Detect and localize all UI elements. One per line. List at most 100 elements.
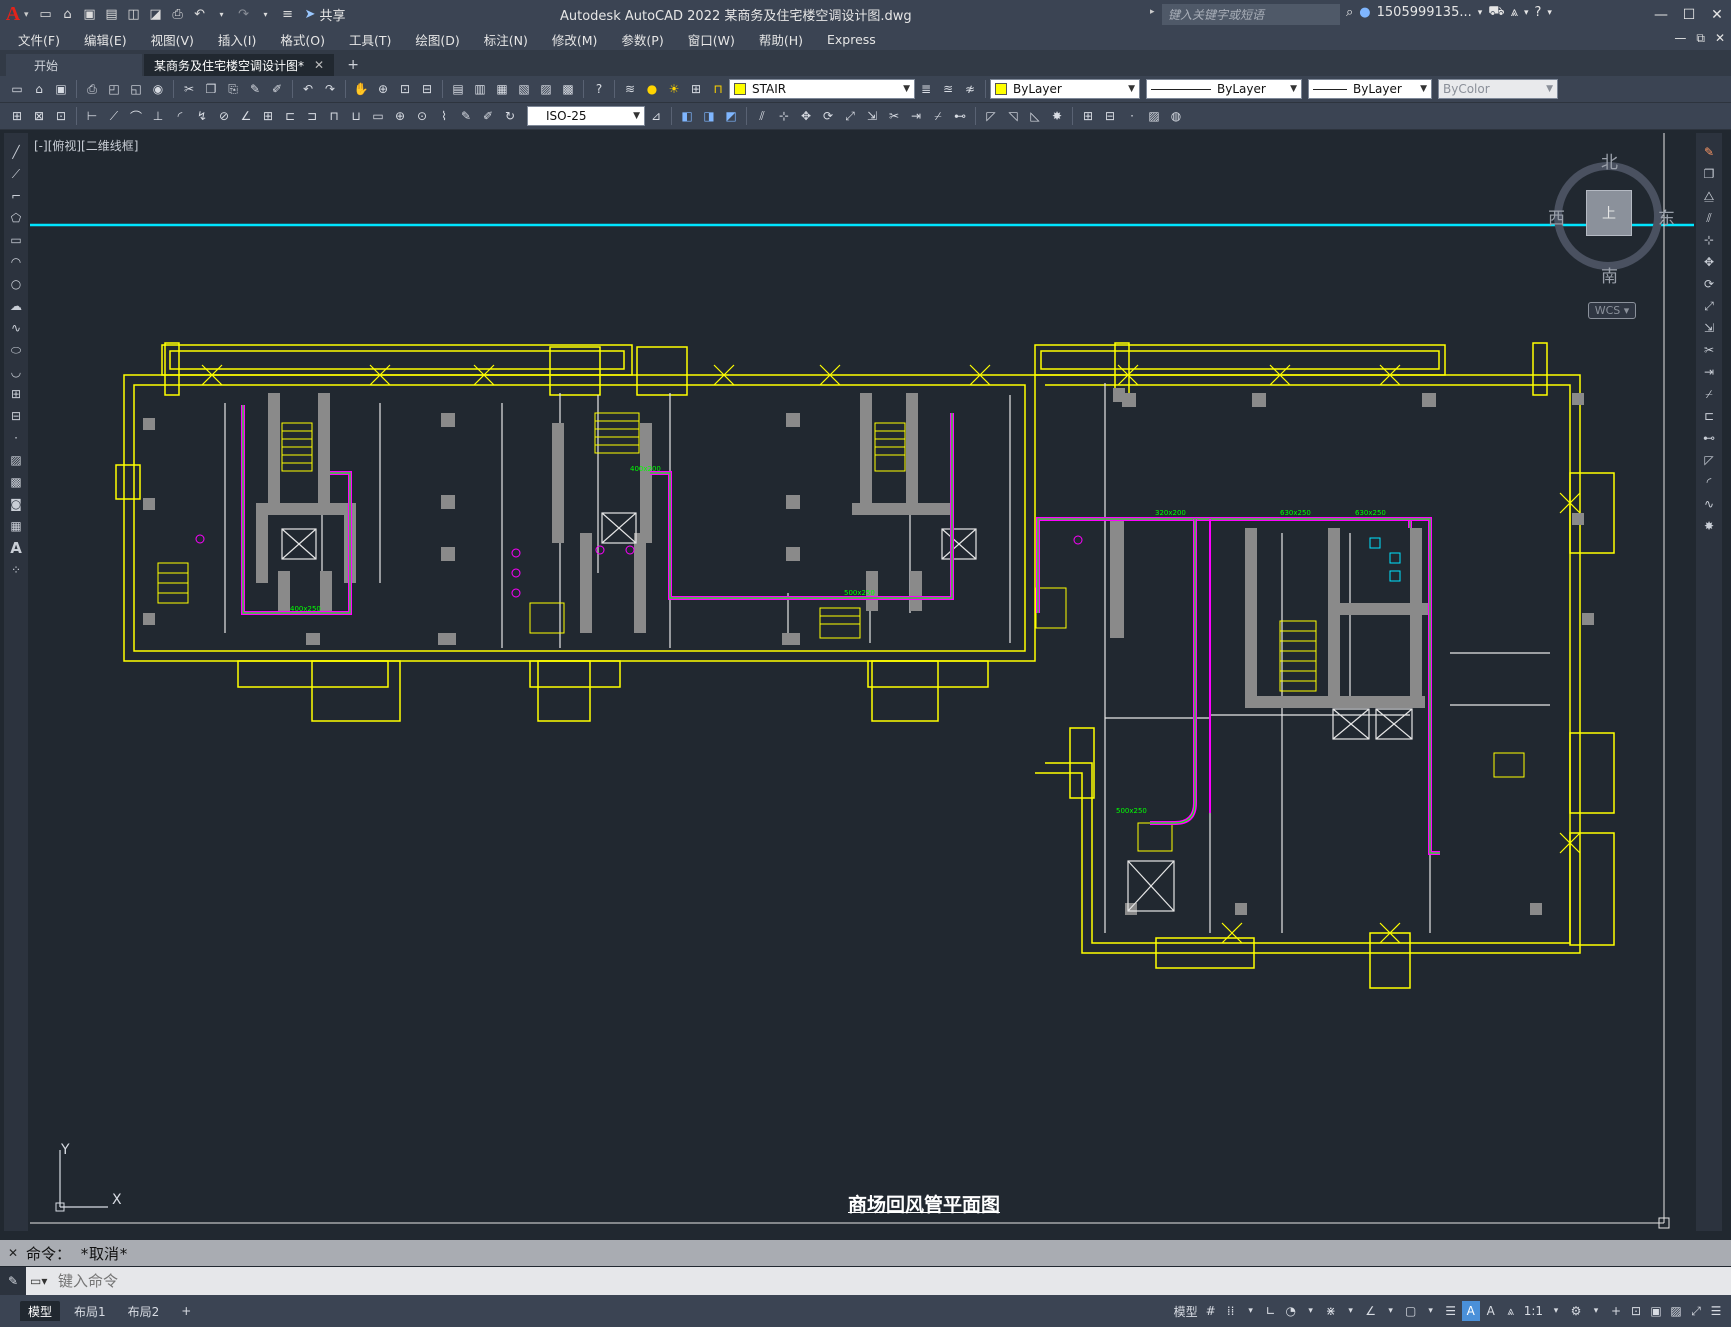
dimension-break-icon[interactable]: ⊔	[347, 107, 365, 125]
customize-command-icon[interactable]: ✎	[0, 1267, 26, 1295]
qnew-icon[interactable]: ▭	[8, 80, 26, 98]
break-icon[interactable]: ⌿	[929, 107, 947, 125]
blend-icon[interactable]: ◺	[1026, 107, 1044, 125]
array-icon[interactable]: ⊹	[1700, 231, 1718, 249]
linear-dimension-icon[interactable]: ⊢	[83, 107, 101, 125]
block-editor-icon[interactable]: ✐	[268, 80, 286, 98]
zoom-realtime-icon[interactable]: ⊕	[374, 80, 392, 98]
viewport-controls-label[interactable]: [-][俯视][二维线框]	[34, 137, 138, 154]
paste-icon[interactable]: ⎘	[224, 80, 242, 98]
tab-close-icon[interactable]: ✕	[314, 58, 324, 72]
move-icon[interactable]: ✥	[797, 107, 815, 125]
copy-object-icon[interactable]: ◨	[700, 107, 718, 125]
jogged-linear-icon[interactable]: ⌇	[435, 107, 453, 125]
baseline-dimension-icon[interactable]: ⊏	[281, 107, 299, 125]
layout-tab-model[interactable]: 模型	[20, 1301, 61, 1321]
object-snap-dropdown-icon[interactable]: ▾	[1382, 1301, 1400, 1321]
user-icon[interactable]: ●	[1359, 5, 1370, 20]
plot-icon[interactable]: ⎙	[169, 6, 187, 24]
undo-icon[interactable]: ↶	[299, 80, 317, 98]
chamfer-icon[interactable]: ◸	[982, 107, 1000, 125]
calculator-icon[interactable]: ▩	[559, 80, 577, 98]
open-file-icon[interactable]: ⌂	[59, 6, 77, 24]
workspace-save-icon[interactable]: ⊠	[30, 107, 48, 125]
recent-commands-icon[interactable]: ▭▾	[30, 1274, 58, 1288]
radius-dimension-icon[interactable]: ◜	[171, 107, 189, 125]
compass-south[interactable]: 南	[1601, 262, 1618, 287]
layer-previous-icon[interactable]: ≊	[939, 80, 957, 98]
line-icon[interactable]: ╱	[7, 143, 25, 161]
plotstyle-dropdown[interactable]: ByColor ▼	[1438, 79, 1558, 99]
layer-dropdown[interactable]: STAIR ▼	[729, 79, 915, 99]
viewcube-top-face[interactable]: 上	[1586, 190, 1632, 236]
make-block-icon[interactable]: ⊟	[7, 407, 25, 425]
dimension-space-icon[interactable]: ⊓	[325, 107, 343, 125]
menu-parametric[interactable]: 参数(P)	[621, 30, 663, 49]
doc-restore-button[interactable]: ⧉	[1696, 31, 1705, 46]
point-icon[interactable]: ⋅	[7, 429, 25, 447]
menu-window[interactable]: 窗口(W)	[688, 30, 735, 49]
search-expand-icon[interactable]: ▸	[1150, 7, 1155, 17]
help-icon[interactable]: ?	[1535, 5, 1542, 20]
continue-dimension-icon[interactable]: ⊐	[303, 107, 321, 125]
make-current-layer-icon[interactable]: ≣	[917, 80, 935, 98]
undo-icon[interactable]: ↶	[191, 6, 209, 24]
workspace-icon[interactable]: ⊞	[8, 107, 26, 125]
inspection-icon[interactable]: ⊙	[413, 107, 431, 125]
polygon-icon[interactable]: ⬠	[7, 209, 25, 227]
rotate-icon[interactable]: ⟳	[1700, 275, 1718, 293]
add-selected-icon[interactable]: ⁘	[7, 561, 25, 579]
object-snap-tracking-icon[interactable]: ∠	[1362, 1301, 1380, 1321]
point-icon[interactable]: ⋅	[1123, 107, 1141, 125]
menu-tools[interactable]: 工具(T)	[349, 30, 391, 49]
annotation-visibility-icon[interactable]: A	[1461, 1301, 1480, 1321]
app-dropdown-icon[interactable]: ▾	[1524, 8, 1529, 18]
quick-properties-icon[interactable]: ▣	[1647, 1301, 1665, 1321]
save-icon[interactable]: ▣	[52, 80, 70, 98]
search-input[interactable]: 键入关键字或短语	[1162, 4, 1340, 25]
menu-express[interactable]: Express	[827, 32, 876, 47]
arc-length-icon[interactable]: ⌒	[127, 107, 145, 125]
cart-icon[interactable]: ⛟	[1488, 4, 1504, 21]
publish-icon[interactable]: ◱	[127, 80, 145, 98]
jogged-dimension-icon[interactable]: ↯	[193, 107, 211, 125]
zoom-window-icon[interactable]: ⊡	[396, 80, 414, 98]
blend-curves-icon[interactable]: ∿	[1700, 495, 1718, 513]
dimension-update-icon[interactable]: ↻	[501, 107, 519, 125]
open-web-icon[interactable]: ◫	[125, 6, 143, 24]
hatch-icon[interactable]: ▨	[1145, 107, 1163, 125]
minimize-button[interactable]: —	[1647, 0, 1675, 29]
design-center-icon[interactable]: ▥	[471, 80, 489, 98]
search-icon[interactable]: ⌕	[1346, 5, 1353, 20]
annotation-scale-value[interactable]: 1:1	[1522, 1301, 1545, 1321]
offset-icon[interactable]: ⫽	[1700, 209, 1718, 227]
gradient-icon[interactable]: ▩	[7, 473, 25, 491]
undo-dropdown-icon[interactable]: ▾	[213, 6, 231, 24]
array-icon[interactable]: ⊹	[775, 107, 793, 125]
markup-icon[interactable]: ▨	[537, 80, 555, 98]
extend-icon[interactable]: ⇥	[907, 107, 925, 125]
save-icon[interactable]: ▣	[81, 6, 99, 24]
ellipse-arc-icon[interactable]: ◡	[7, 363, 25, 381]
menu-file[interactable]: 文件(F)	[18, 30, 60, 49]
share-button[interactable]: ➤ 共享	[305, 5, 346, 24]
app-menu-chevron-icon[interactable]: ▾	[24, 10, 29, 20]
region-icon[interactable]: ◍	[1167, 107, 1185, 125]
erase-icon[interactable]: ✎	[1700, 143, 1718, 161]
mirror-icon[interactable]: ⧋	[1700, 187, 1718, 205]
trim-icon[interactable]: ✂	[885, 107, 903, 125]
text-icon[interactable]: A	[7, 539, 25, 557]
dimension-text-edit-icon[interactable]: ✐	[479, 107, 497, 125]
ellipse-icon[interactable]: ⬭	[7, 341, 25, 359]
dimstyle-dropdown[interactable]: ISO-25 ▼	[527, 106, 645, 126]
snap-icon[interactable]: ⁞⁞	[1222, 1301, 1240, 1321]
menu-view[interactable]: 视图(V)	[151, 30, 194, 49]
color-dropdown[interactable]: ByLayer ▼	[990, 79, 1140, 99]
insert-block-icon[interactable]: ⊞	[7, 385, 25, 403]
isolate-objects-icon[interactable]: ▨	[1667, 1301, 1685, 1321]
layer-properties-icon[interactable]: ≋	[621, 80, 639, 98]
stretch-icon[interactable]: ⇲	[1700, 319, 1718, 337]
menu-insert[interactable]: 插入(I)	[218, 30, 256, 49]
center-mark-icon[interactable]: ⊕	[391, 107, 409, 125]
properties-icon[interactable]: ▤	[449, 80, 467, 98]
